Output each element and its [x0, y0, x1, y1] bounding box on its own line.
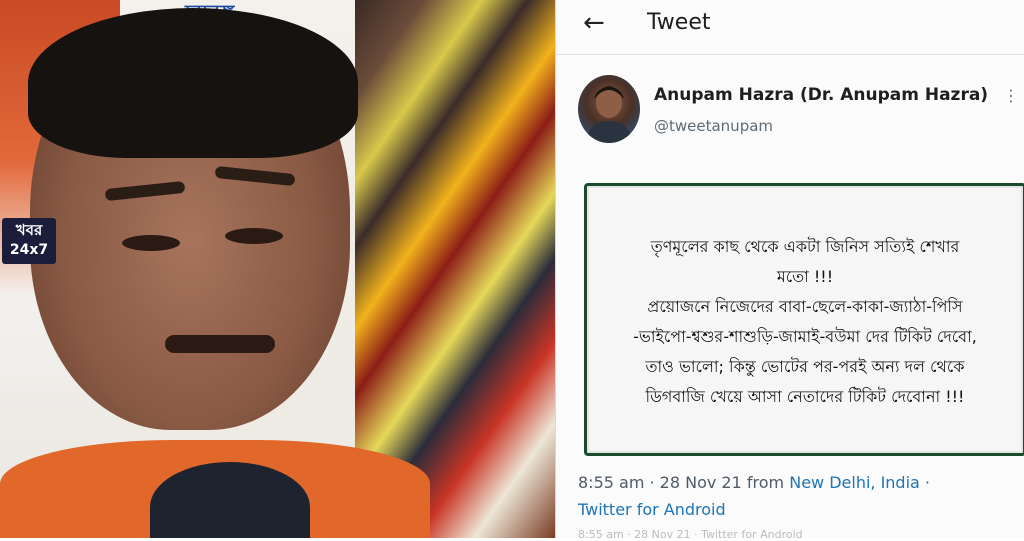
- logo-line2: 24x7: [9, 242, 49, 258]
- channel-logo: খবর 24x7: [2, 218, 56, 264]
- person-mustache: [165, 335, 275, 353]
- from-label: from: [746, 473, 785, 492]
- tweet-time: 8:55 am: [578, 473, 645, 492]
- left-eyebrow: [104, 180, 186, 202]
- faded-meta-line: 8:55 am · 28 Nov 21 · Twitter for Androi…: [578, 528, 803, 541]
- author-handle[interactable]: @tweetanupam: [654, 117, 773, 135]
- image-text-line: ডিগবাজি খেয়ে আসা নেতাদের টিকিট দেবোনা !…: [645, 387, 965, 406]
- image-text-line: প্রয়োজনে নিজেদের বাবা-ছেলে-কাকা-জ্যাঠা-…: [647, 297, 963, 316]
- image-text-line: মতো !!!: [776, 267, 834, 286]
- image-text: তৃণমূলের কাছ থেকে একটা জিনিস সত্যিই শেখা…: [593, 232, 1017, 412]
- header-divider: [556, 54, 1024, 55]
- right-eye: [225, 228, 283, 244]
- logo-line1: খবর: [15, 221, 43, 239]
- left-eye: [122, 235, 180, 251]
- client-link[interactable]: Twitter for Android: [578, 500, 726, 519]
- location-link[interactable]: New Delhi, India: [789, 473, 920, 492]
- image-text-line: -ভাইপো-শ্বশুর-শাশুড়ি-জামাই-বউমা দের টিক…: [633, 327, 977, 346]
- author-name[interactable]: Anupam Hazra (Dr. Anupam Hazra): [654, 85, 988, 105]
- arrow-left-icon[interactable]: ←: [583, 8, 605, 38]
- tweet-panel: ← Tweet Anupam Hazra (Dr. Anupam Hazra) …: [555, 0, 1024, 541]
- more-icon[interactable]: ⋮: [1003, 86, 1019, 105]
- page-title: Tweet: [647, 10, 711, 35]
- news-photo: চমবঙ্গ খবর 24x7: [0, 0, 555, 538]
- image-text-line: তাও ভালো; কিন্তু ভোটের পর-পরই অন্য দল থে…: [645, 357, 965, 376]
- image-text-line: তৃণমূলের কাছ থেকে একটা জিনিস সত্যিই শেখা…: [650, 237, 960, 256]
- right-eyebrow: [214, 165, 296, 187]
- avatar[interactable]: [578, 75, 640, 143]
- tweet-image[interactable]: তৃণমূলের কাছ থেকে একটা জিনিস সত্যিই শেখা…: [584, 183, 1024, 456]
- avatar-person-icon: [586, 86, 632, 143]
- tweet-meta: 8:55 am · 28 Nov 21 from New Delhi, Indi…: [578, 473, 931, 492]
- person-hair: [28, 8, 358, 158]
- tweet-date: 28 Nov 21: [659, 473, 742, 492]
